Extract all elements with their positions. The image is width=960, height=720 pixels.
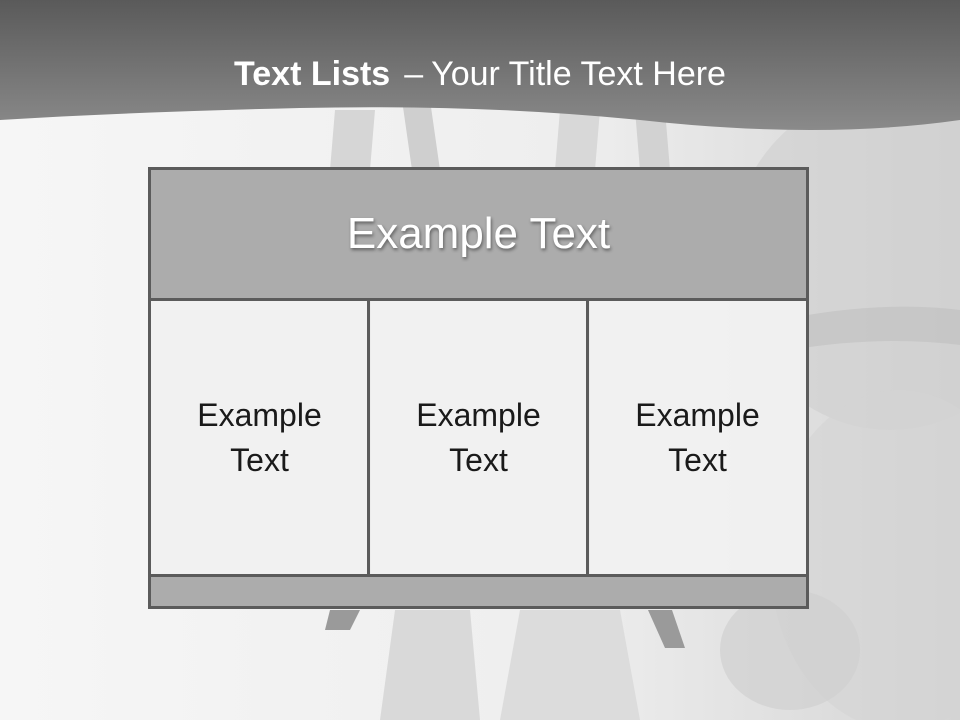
slide-title: Text Lists – Your Title Text Here	[0, 52, 960, 96]
column-2-line-1: Example	[416, 396, 541, 433]
title-separator: –	[404, 55, 424, 93]
footer-bar	[148, 574, 809, 609]
header-box: Example Text	[148, 167, 809, 301]
text-list-diagram: Example Text Example Text Example Text E…	[148, 167, 809, 609]
column-box-2: Example Text	[367, 298, 590, 577]
column-box-1: Example Text	[148, 298, 371, 577]
column-1-line-1: Example	[197, 396, 322, 433]
column-1-line-2: Text	[230, 441, 289, 478]
column-text-1: Example Text	[180, 393, 340, 483]
header-text: Example Text	[346, 209, 611, 258]
column-3-line-2: Text	[668, 441, 727, 478]
column-3-line-1: Example	[635, 396, 760, 433]
column-2-line-2: Text	[449, 441, 508, 478]
column-text-2: Example Text	[399, 393, 559, 483]
column-text-3: Example Text	[618, 393, 778, 483]
title-rest-part: Your Title Text Here	[431, 55, 726, 93]
title-bold-part: Text Lists	[234, 55, 391, 93]
column-box-3: Example Text	[586, 298, 809, 577]
slide: Text Lists – Your Title Text Here Example …	[0, 0, 960, 720]
